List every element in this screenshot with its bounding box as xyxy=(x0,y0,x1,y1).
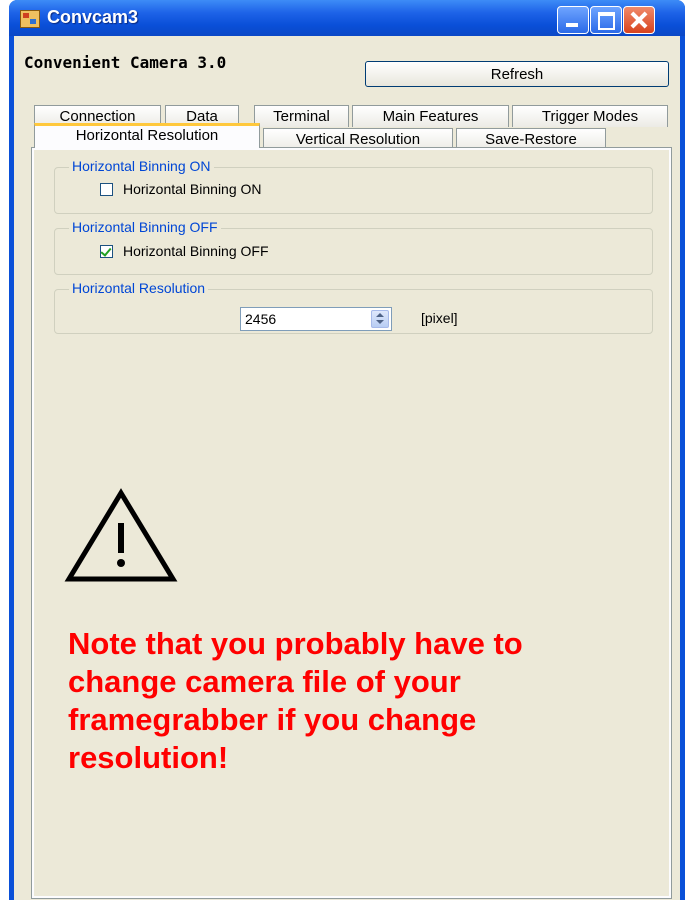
resolution-unit: [pixel] xyxy=(421,310,458,326)
checkbox-binning-on[interactable] xyxy=(100,183,113,196)
resolution-value[interactable]: 2456 xyxy=(245,311,276,327)
spin-down-icon[interactable] xyxy=(376,320,384,324)
group-title-binning-on: Horizontal Binning ON xyxy=(69,158,214,174)
checkbox-binning-off[interactable] xyxy=(100,245,113,258)
group-title-horizontal-resolution: Horizontal Resolution xyxy=(69,280,209,296)
spin-updown-icon[interactable] xyxy=(371,310,389,328)
group-horizontal-resolution: Horizontal Resolution 2456 [pixel] xyxy=(54,280,653,334)
warning-icon xyxy=(64,488,178,582)
refresh-button[interactable]: Refresh xyxy=(365,61,669,87)
app-icon xyxy=(20,10,40,28)
title-bar[interactable]: Convcam3 xyxy=(9,0,685,36)
close-icon[interactable] xyxy=(623,6,655,34)
app-heading: Convenient Camera 3.0 xyxy=(24,53,227,72)
group-binning-on: Horizontal Binning ON Horizontal Binning… xyxy=(54,158,653,214)
label-binning-on[interactable]: Horizontal Binning ON xyxy=(123,181,262,197)
tab-horizontal-resolution[interactable]: Horizontal Resolution xyxy=(34,123,260,148)
label-binning-off[interactable]: Horizontal Binning OFF xyxy=(123,243,269,259)
tab-terminal[interactable]: Terminal xyxy=(254,105,349,127)
window-title: Convcam3 xyxy=(47,7,139,27)
tab-main-features[interactable]: Main Features xyxy=(352,105,509,127)
group-binning-off: Horizontal Binning OFF Horizontal Binnin… xyxy=(54,219,653,275)
resolution-warning-note: Note that you probably have to change ca… xyxy=(68,626,523,775)
maximize-icon[interactable] xyxy=(590,6,622,34)
check-icon xyxy=(100,245,112,257)
group-title-binning-off: Horizontal Binning OFF xyxy=(69,219,221,235)
resolution-spinbox[interactable]: 2456 xyxy=(240,307,392,331)
tab-trigger-modes[interactable]: Trigger Modes xyxy=(512,105,668,127)
minimize-icon[interactable] xyxy=(557,6,589,34)
spin-up-icon[interactable] xyxy=(376,313,384,317)
